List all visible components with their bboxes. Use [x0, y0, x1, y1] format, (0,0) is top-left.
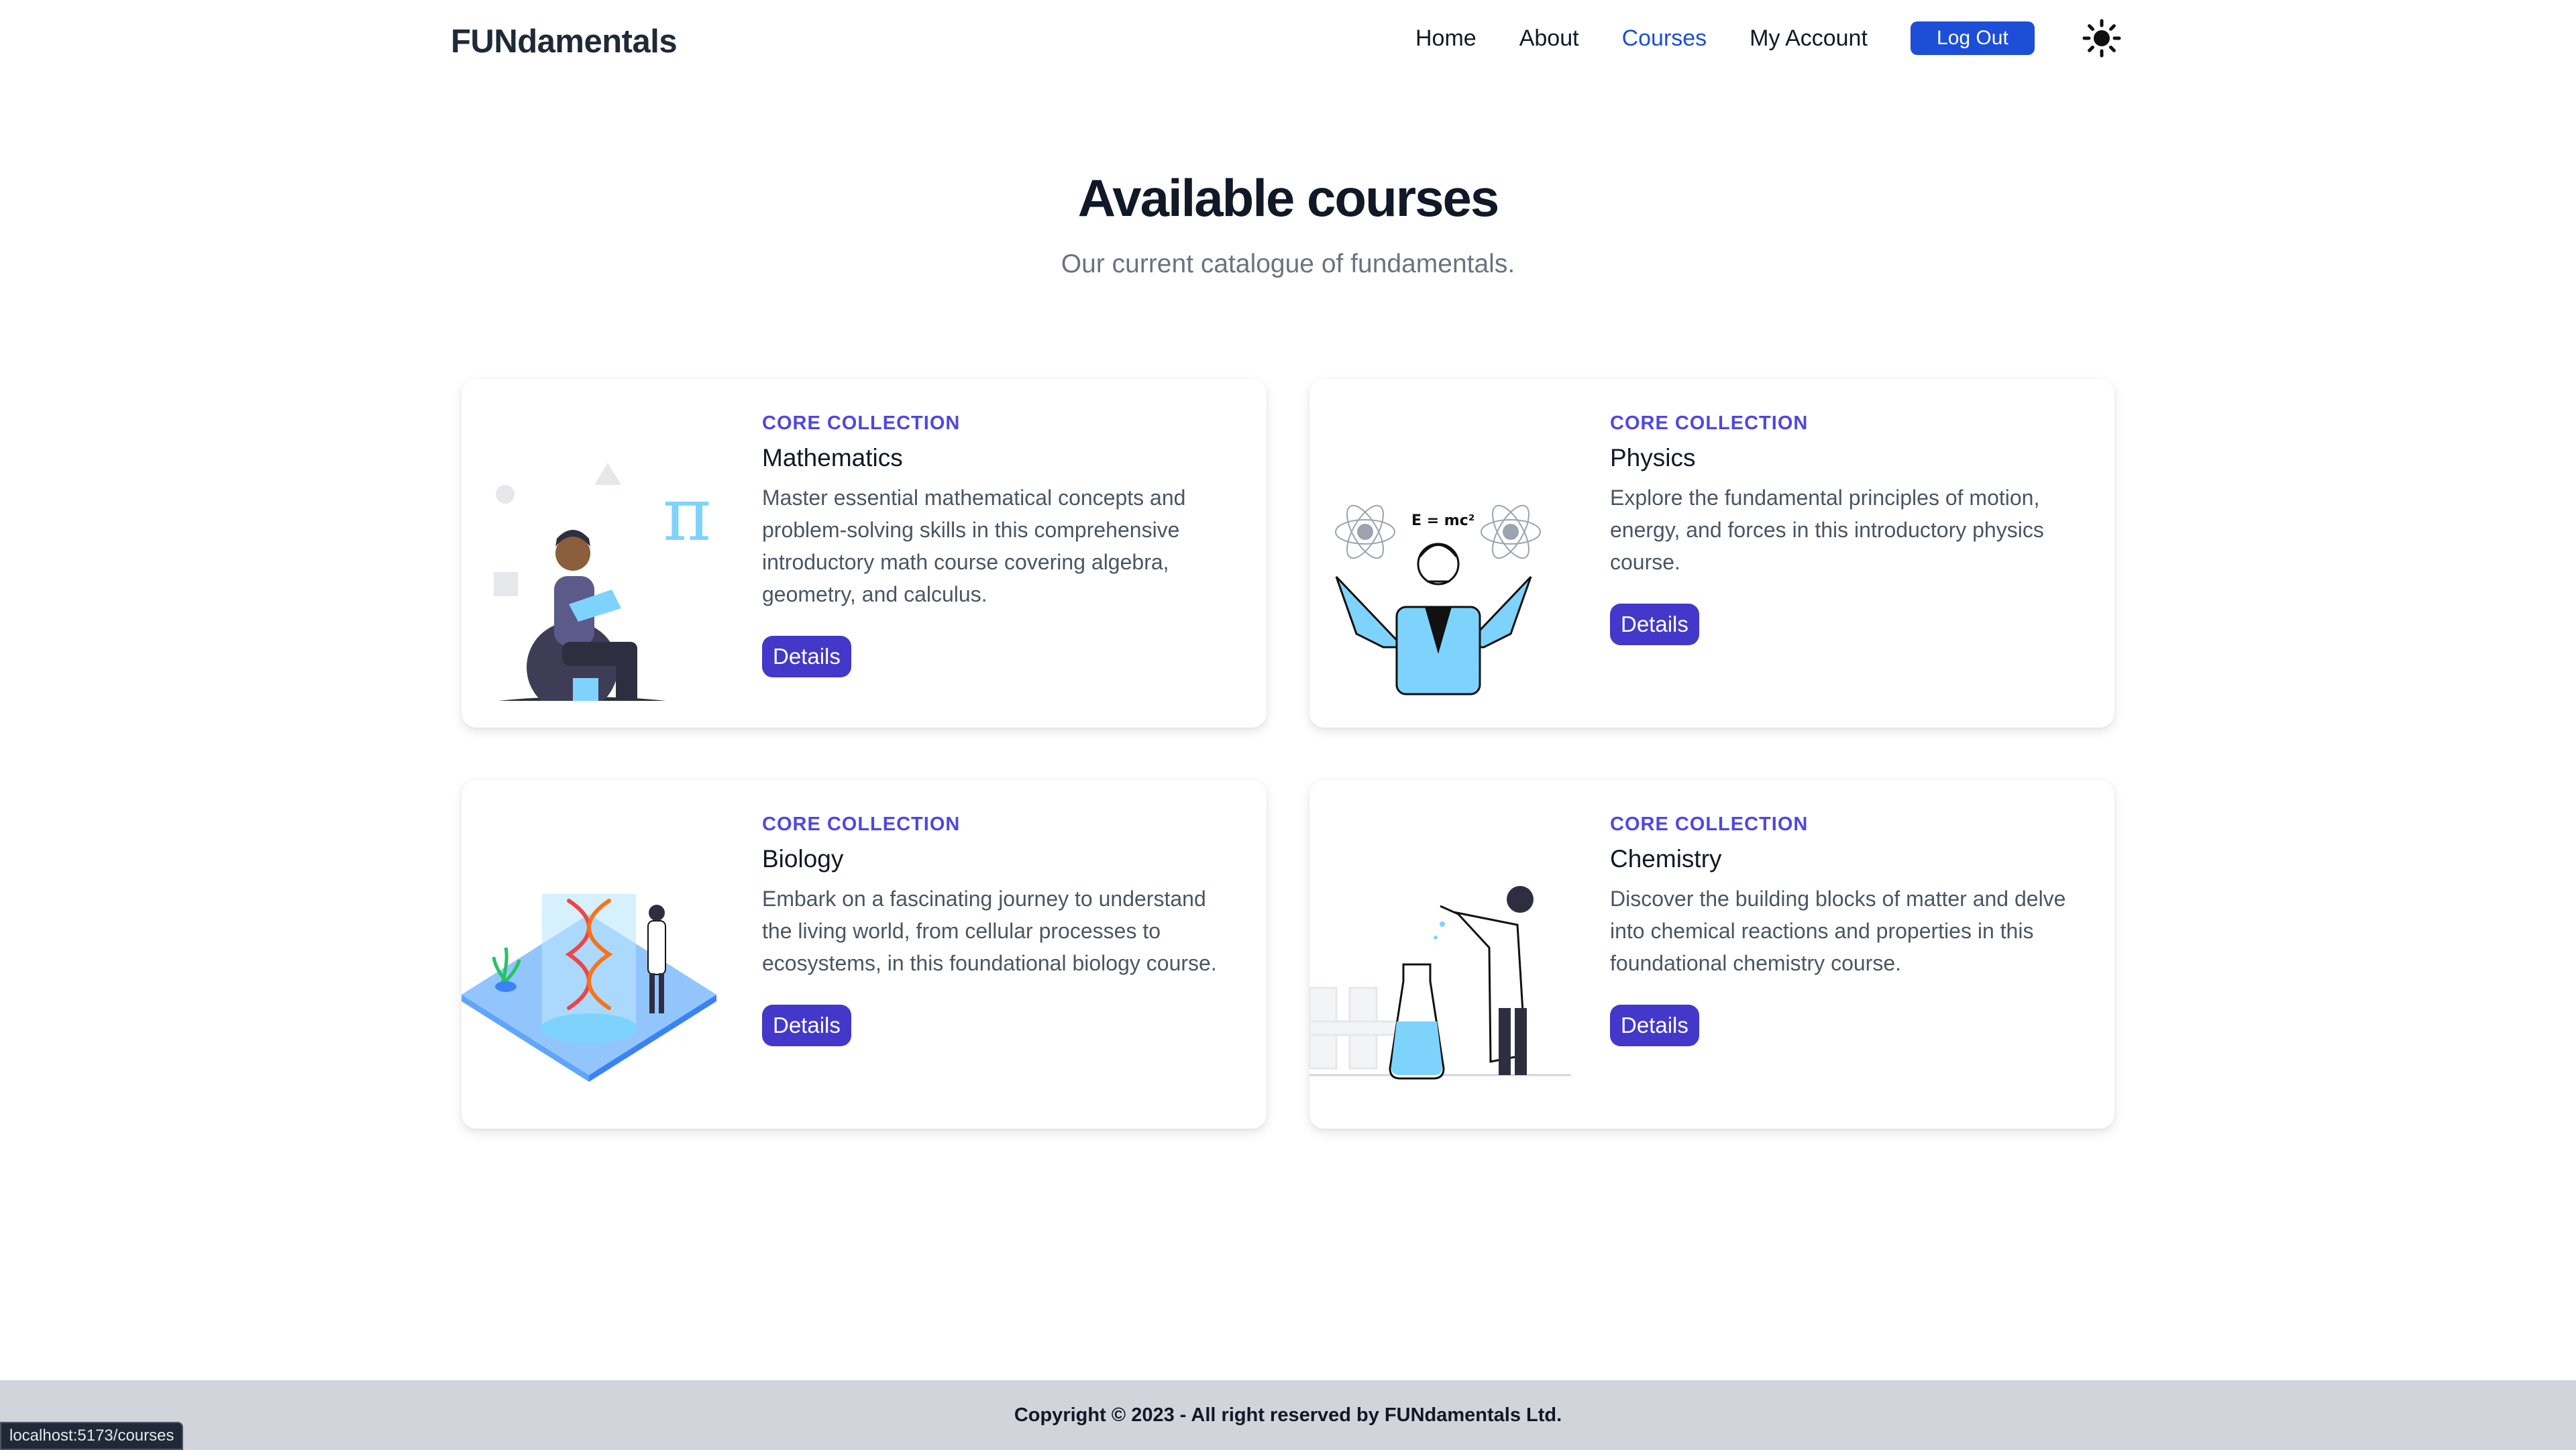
- details-button-mathematics[interactable]: Details: [762, 636, 851, 677]
- copyright-text: Copyright © 2023 - All right reserved by…: [1014, 1404, 1562, 1426]
- nav-my-account[interactable]: My Account: [1750, 25, 1868, 52]
- brand-logo[interactable]: FUNdamentals: [451, 23, 678, 60]
- browser-status-url: localhost:5173/courses: [0, 1422, 184, 1450]
- details-button-physics[interactable]: Details: [1610, 604, 1699, 645]
- svg-text:π: π: [663, 471, 711, 557]
- course-description: Master essential mathematical concepts a…: [762, 486, 1186, 606]
- collection-label: CORE COLLECTION: [1610, 814, 1809, 835]
- collection-label: CORE COLLECTION: [762, 412, 961, 434]
- course-title: Chemistry: [1610, 845, 1722, 873]
- nav-about[interactable]: About: [1519, 25, 1579, 52]
- chemistry-illustration: [1309, 886, 1571, 1080]
- course-description: Explore the fundamental principles of mo…: [1610, 486, 2044, 574]
- course-card-biology: CORE COLLECTION Biology Embark on a fasc…: [462, 780, 1267, 1129]
- course-card-physics: E = mc² CORE COLLECTION Physics Explore …: [1309, 379, 2114, 728]
- course-description: Embark on a fascinating journey to under…: [762, 887, 1217, 975]
- logout-button[interactable]: Log Out: [1910, 21, 2035, 55]
- course-card-chemistry: CORE COLLECTION Chemistry Discover the b…: [1309, 780, 2114, 1129]
- course-title: Physics: [1610, 444, 1696, 471]
- sun-icon[interactable]: [2082, 18, 2122, 58]
- page-subtitle: Our current catalogue of fundamentals.: [1061, 249, 1515, 278]
- course-card-mathematics: π CORE COLLECTION Mathematics Master ess…: [462, 379, 1267, 728]
- math-illustration: π: [494, 463, 711, 701]
- details-button-biology[interactable]: Details: [762, 1005, 851, 1046]
- nav-courses[interactable]: Courses: [1622, 25, 1707, 52]
- course-description: Discover the building blocks of matter a…: [1610, 887, 2066, 975]
- physics-illustration: E = mc²: [1335, 504, 1541, 695]
- page-title: Available courses: [1077, 168, 1499, 227]
- equation-label: E = mc²: [1411, 512, 1474, 529]
- biology-illustration: [462, 894, 716, 1082]
- nav-home[interactable]: Home: [1415, 25, 1477, 52]
- course-title: Biology: [762, 845, 844, 873]
- collection-label: CORE COLLECTION: [1610, 412, 1809, 434]
- details-button-chemistry[interactable]: Details: [1610, 1005, 1699, 1046]
- main-nav: Home About Courses My Account Log Out: [1415, 18, 2122, 58]
- site-header: FUNdamentals Home About Courses My Accou…: [0, 0, 2576, 84]
- collection-label: CORE COLLECTION: [762, 814, 961, 835]
- site-footer: Copyright © 2023 - All right reserved by…: [0, 1380, 2576, 1450]
- course-title: Mathematics: [762, 444, 903, 471]
